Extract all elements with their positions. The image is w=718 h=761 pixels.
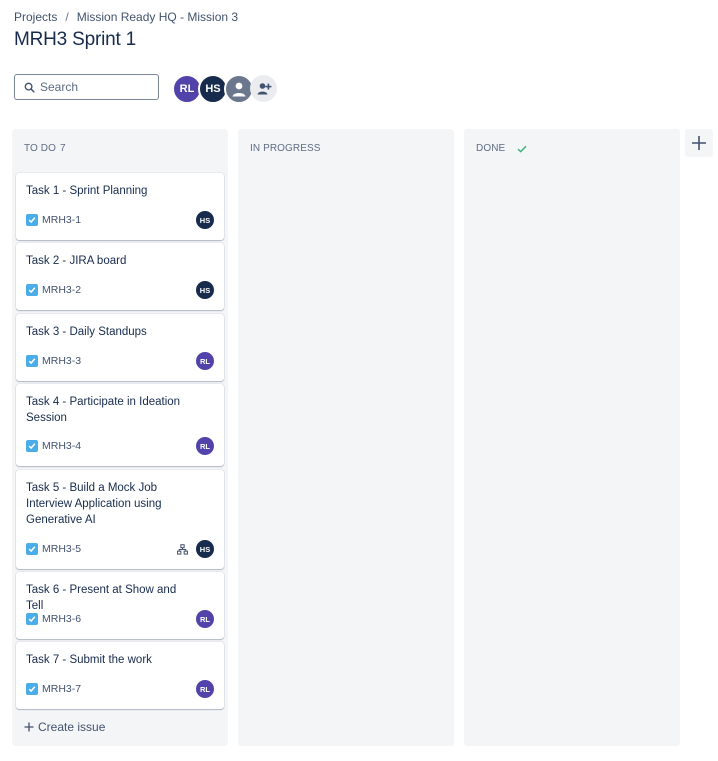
issue-summary: Task 7 - Submit the work [26, 654, 152, 666]
page-title: MRH3 Sprint 1 [14, 29, 136, 50]
person-icon [232, 82, 246, 97]
add-column-button[interactable] [685, 129, 713, 157]
assignee-avatar[interactable]: HS [196, 281, 214, 299]
issue-summary: Task 5 - Build a Mock Job Interview Appl… [26, 482, 162, 526]
issue-key[interactable]: MRH3-5 [42, 543, 81, 555]
issue-card[interactable]: Task 7 - Submit the work MRH3-7 RL [16, 642, 224, 709]
issue-key[interactable]: MRH3-7 [42, 683, 81, 695]
breadcrumb-project[interactable]: Mission Ready HQ - Mission 3 [77, 10, 238, 24]
task-type-icon [26, 440, 38, 452]
issue-summary: Task 4 - Participate in Ideation Session [26, 396, 181, 424]
task-type-icon [26, 355, 38, 367]
add-people-button[interactable] [250, 75, 277, 102]
issue-key[interactable]: MRH3-6 [42, 613, 81, 625]
search-input[interactable] [40, 80, 150, 94]
task-type-icon [26, 613, 38, 625]
plus-icon [692, 136, 706, 150]
issue-card[interactable]: Task 2 - JIRA board MRH3-2 HS [16, 243, 224, 310]
search-icon [22, 80, 36, 94]
child-issues-icon[interactable] [177, 543, 188, 555]
search-box[interactable] [14, 74, 159, 100]
task-type-icon [26, 284, 38, 296]
column-header-in-progress: IN PROGRESS [250, 143, 321, 154]
avatar-group: RL HS [172, 74, 254, 104]
assignee-avatar[interactable]: RL [196, 610, 214, 628]
check-icon [517, 145, 527, 153]
task-type-icon [26, 543, 38, 555]
issue-card[interactable]: Task 6 - Present at Show and Tell MRH3-6… [16, 572, 224, 639]
column-todo: TO DO 7 Task 1 - Sprint Planning MRH3-1 … [12, 129, 228, 746]
breadcrumb: Projects / Mission Ready HQ - Mission 3 [14, 10, 238, 24]
assignee-avatar[interactable]: HS [196, 540, 214, 558]
issue-card[interactable]: Task 4 - Participate in Ideation Session… [16, 384, 224, 466]
issue-key[interactable]: MRH3-2 [42, 284, 81, 296]
issue-summary: Task 2 - JIRA board [26, 255, 127, 267]
task-type-icon [26, 214, 38, 226]
column-title: IN PROGRESS [250, 143, 321, 154]
task-type-icon [26, 683, 38, 695]
issue-key[interactable]: MRH3-1 [42, 214, 81, 226]
breadcrumb-projects[interactable]: Projects [14, 10, 57, 24]
issue-key[interactable]: MRH3-3 [42, 355, 81, 367]
assignee-avatar[interactable]: RL [196, 437, 214, 455]
column-in-progress: IN PROGRESS [238, 129, 454, 746]
plus-icon [24, 722, 34, 732]
breadcrumb-separator: / [65, 10, 69, 24]
column-done: DONE [464, 129, 680, 746]
assignee-avatar[interactable]: RL [196, 352, 214, 370]
add-person-icon [257, 82, 271, 94]
issue-card[interactable]: Task 3 - Daily Standups MRH3-3 RL [16, 314, 224, 381]
column-header-done: DONE [476, 143, 527, 154]
issue-summary: Task 3 - Daily Standups [26, 326, 147, 338]
assignee-avatar[interactable]: HS [196, 211, 214, 229]
column-title: DONE [476, 143, 506, 154]
column-title: TO DO [24, 143, 56, 154]
create-issue-button[interactable]: Create issue [24, 720, 105, 734]
issue-summary: Task 1 - Sprint Planning [26, 185, 148, 197]
create-issue-label: Create issue [38, 720, 106, 734]
issue-card[interactable]: Task 1 - Sprint Planning MRH3-1 HS [16, 173, 224, 240]
assignee-avatar[interactable]: RL [196, 680, 214, 698]
issue-key[interactable]: MRH3-4 [42, 440, 81, 452]
column-count: 7 [59, 143, 66, 154]
issue-card[interactable]: Task 5 - Build a Mock Job Interview Appl… [16, 470, 224, 569]
column-header-todo: TO DO 7 [24, 143, 66, 154]
